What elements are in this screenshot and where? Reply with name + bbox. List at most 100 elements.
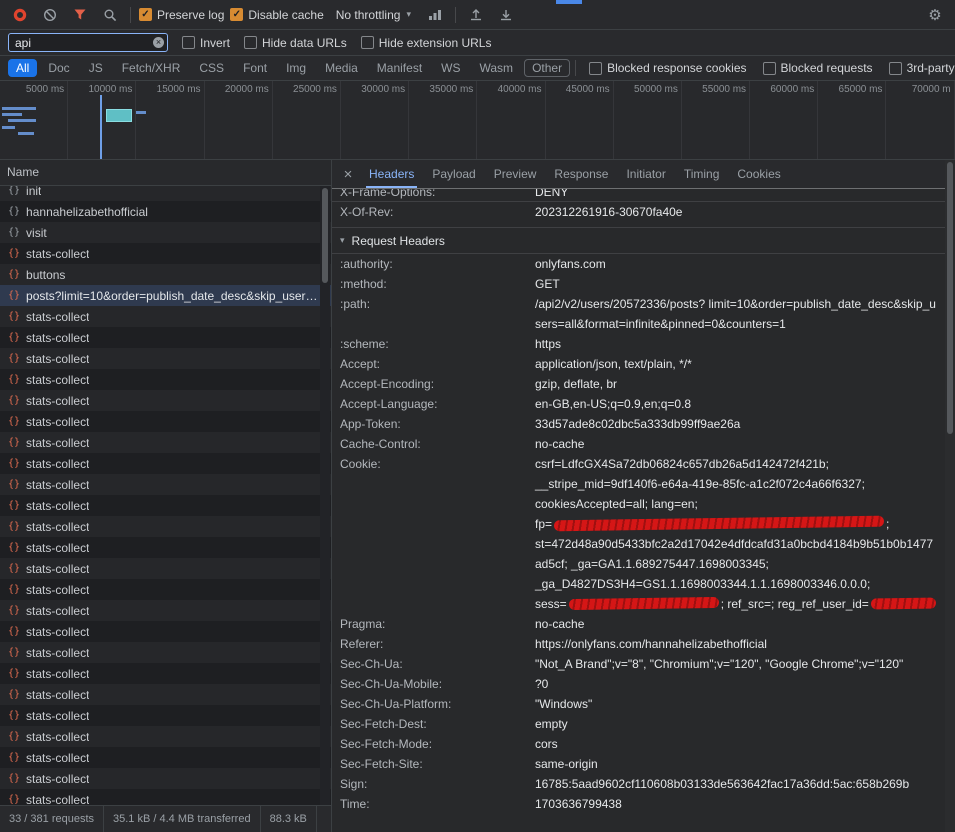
- request-row[interactable]: {} stats-collect: [0, 537, 331, 558]
- request-list-scrollbar[interactable]: [320, 186, 330, 805]
- details-scrollbar[interactable]: [945, 160, 955, 832]
- details-tab[interactable]: Timing: [675, 160, 729, 188]
- request-row[interactable]: {} posts?limit=10&order=publish_date_des…: [0, 285, 331, 306]
- header-name: Sec-Ch-Ua-Mobile:: [340, 674, 535, 694]
- request-row[interactable]: {} stats-collect: [0, 390, 331, 411]
- request-row[interactable]: {} stats-collect: [0, 789, 331, 805]
- request-name: init: [26, 186, 41, 198]
- toolbar-divider: [575, 60, 576, 76]
- scrollbar-thumb[interactable]: [947, 162, 953, 434]
- request-row[interactable]: {} stats-collect: [0, 348, 331, 369]
- requests-count: 33 / 381 requests: [0, 806, 104, 832]
- request-row[interactable]: {} stats-collect: [0, 369, 331, 390]
- request-row[interactable]: {} stats-collect: [0, 642, 331, 663]
- header-value: application/json, text/plain, */*: [535, 354, 941, 374]
- preserve-log-checkbox[interactable]: ✓ Preserve log: [139, 8, 224, 22]
- request-row[interactable]: {} stats-collect: [0, 453, 331, 474]
- request-name: posts?limit=10&order=publish_date_desc&s…: [26, 289, 318, 303]
- network-overview-timeline[interactable]: 5000 ms10000 ms15000 ms20000 ms25000 ms3…: [0, 81, 955, 160]
- request-name: stats-collect: [26, 583, 89, 597]
- scrollbar-thumb[interactable]: [322, 188, 328, 283]
- type-filter-chip[interactable]: CSS: [191, 59, 232, 77]
- header-row: :method: GET: [332, 274, 945, 294]
- name-column-header[interactable]: Name: [0, 160, 331, 186]
- network-filter-input[interactable]: [9, 34, 167, 51]
- request-row[interactable]: {} stats-collect: [0, 411, 331, 432]
- type-filter-chip[interactable]: Other: [524, 59, 570, 77]
- blocked-filter-checkbox[interactable]: 3rd-party requests: [889, 61, 955, 75]
- hide-data-urls-checkbox[interactable]: Hide data URLs: [244, 36, 347, 50]
- close-details-button[interactable]: ×: [336, 160, 360, 188]
- request-row[interactable]: {} stats-collect: [0, 684, 331, 705]
- network-conditions-button[interactable]: [423, 4, 447, 26]
- type-filter-chip[interactable]: Img: [278, 59, 314, 77]
- request-row[interactable]: {} stats-collect: [0, 243, 331, 264]
- search-button[interactable]: [98, 4, 122, 26]
- blocked-filter-checkbox[interactable]: Blocked response cookies: [589, 61, 746, 75]
- type-filter-chip[interactable]: Fetch/XHR: [114, 59, 189, 77]
- request-row[interactable]: {} stats-collect: [0, 600, 331, 621]
- import-har-button[interactable]: [464, 4, 488, 26]
- settings-gear-icon[interactable]: ⚙: [923, 4, 947, 26]
- redaction-scribble: [569, 597, 719, 610]
- details-tab[interactable]: Initiator: [617, 160, 674, 188]
- request-row[interactable]: {} stats-collect: [0, 495, 331, 516]
- export-har-button[interactable]: [494, 4, 518, 26]
- request-row[interactable]: {} stats-collect: [0, 579, 331, 600]
- hide-extension-urls-checkbox[interactable]: Hide extension URLs: [361, 36, 492, 50]
- request-row[interactable]: {} buttons: [0, 264, 331, 285]
- clear-icon: [43, 8, 57, 22]
- type-filter-chip[interactable]: JS: [81, 59, 111, 77]
- type-filter-chip[interactable]: All: [8, 59, 37, 77]
- request-type-icon: {}: [8, 416, 20, 427]
- request-row[interactable]: {} stats-collect: [0, 621, 331, 642]
- request-row[interactable]: {} stats-collect: [0, 705, 331, 726]
- record-button[interactable]: [8, 4, 32, 26]
- request-row[interactable]: {} stats-collect: [0, 432, 331, 453]
- request-name: stats-collect: [26, 247, 89, 261]
- unchecked-checkbox-icon: [763, 62, 776, 75]
- filter-button[interactable]: [68, 4, 92, 26]
- type-filter-chip[interactable]: Wasm: [472, 59, 522, 77]
- details-tab[interactable]: Preview: [485, 160, 546, 188]
- disable-cache-checkbox[interactable]: ✓ Disable cache: [230, 8, 323, 22]
- request-type-icon: {}: [8, 626, 20, 637]
- header-row: Accept: application/json, text/plain, */…: [332, 354, 945, 374]
- request-row[interactable]: {} stats-collect: [0, 747, 331, 768]
- chevron-down-icon: ▾: [406, 9, 411, 20]
- transferred-size: 35.1 kB / 4.4 MB transferred: [104, 806, 261, 832]
- header-name: Pragma:: [340, 614, 535, 634]
- details-tab[interactable]: Cookies: [728, 160, 789, 188]
- details-tab[interactable]: Response: [545, 160, 617, 188]
- type-filter-chip[interactable]: Manifest: [369, 59, 430, 77]
- request-row[interactable]: {} stats-collect: [0, 516, 331, 537]
- request-type-icon: {}: [8, 542, 20, 553]
- request-row[interactable]: {} visit: [0, 222, 331, 243]
- invert-checkbox[interactable]: Invert: [182, 36, 230, 50]
- request-name: stats-collect: [26, 310, 89, 324]
- clear-button[interactable]: [38, 4, 62, 26]
- request-row[interactable]: {} stats-collect: [0, 474, 331, 495]
- request-row[interactable]: {} stats-collect: [0, 768, 331, 789]
- request-row[interactable]: {} stats-collect: [0, 726, 331, 747]
- blocked-filter-checkbox[interactable]: Blocked requests: [763, 61, 873, 75]
- clear-filter-icon[interactable]: ×: [153, 37, 164, 48]
- type-filter-chip[interactable]: Doc: [40, 59, 77, 77]
- checked-checkbox-icon: ✓: [230, 8, 243, 21]
- details-tab[interactable]: Payload: [423, 160, 484, 188]
- throttling-dropdown[interactable]: No throttling ▾: [330, 6, 417, 24]
- header-value: en-GB,en-US;q=0.9,en;q=0.8: [535, 394, 941, 414]
- details-tab[interactable]: Headers: [360, 160, 423, 188]
- request-headers-section-toggle[interactable]: ▾ Request Headers: [332, 227, 945, 254]
- request-row[interactable]: {} hannahelizabethofficial: [0, 201, 331, 222]
- request-row[interactable]: {} stats-collect: [0, 663, 331, 684]
- request-row[interactable]: {} init: [0, 186, 331, 201]
- request-row[interactable]: {} stats-collect: [0, 558, 331, 579]
- type-filter-chip[interactable]: Font: [235, 59, 275, 77]
- request-row[interactable]: {} stats-collect: [0, 306, 331, 327]
- type-filter-chip[interactable]: WS: [433, 59, 468, 77]
- request-row[interactable]: {} stats-collect: [0, 327, 331, 348]
- download-icon: [499, 8, 513, 21]
- header-value: same-origin: [535, 754, 941, 774]
- type-filter-chip[interactable]: Media: [317, 59, 366, 77]
